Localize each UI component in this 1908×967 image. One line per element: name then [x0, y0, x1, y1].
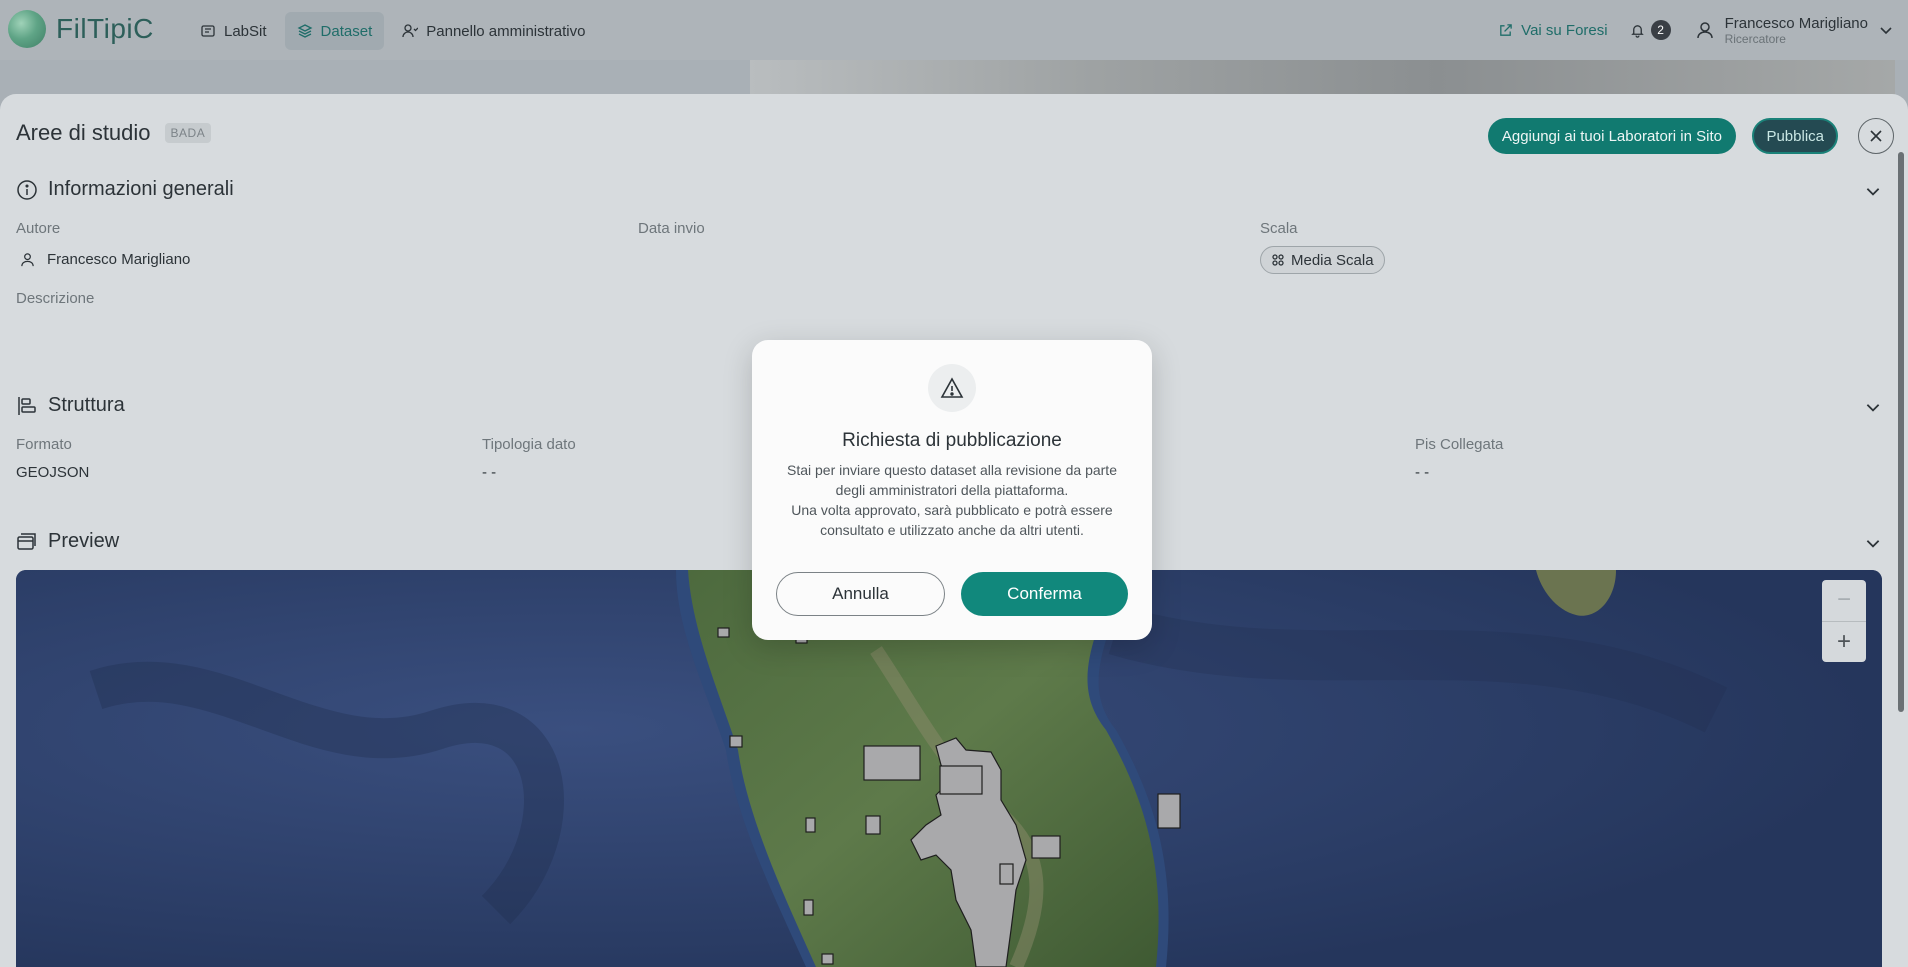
zoom-in-button[interactable]: + [1822, 622, 1866, 663]
dialog-actions: Annulla Conferma [776, 572, 1128, 616]
notifications-badge: 2 [1650, 20, 1671, 40]
top-navigation-bar: FilTipiC LabSit Dataset Pannello amminis… [0, 0, 1908, 60]
user-icon [1696, 22, 1713, 39]
nav-item-dataset[interactable]: Dataset [284, 12, 385, 50]
external-link-icon [1500, 23, 1512, 36]
preview-window-icon [17, 532, 36, 550]
close-button[interactable] [1858, 118, 1894, 154]
nav-item-admin-panel[interactable]: Pannello amministrativo [390, 12, 597, 50]
pis-label: Pis Collegata [1415, 436, 1504, 453]
format-label: Formato [16, 436, 72, 453]
layers-icon [297, 24, 313, 38]
warning-icon [928, 364, 976, 412]
scale-label: Scala [1260, 220, 1298, 237]
info-icon [17, 179, 37, 200]
app-name: FilTipiC [56, 13, 154, 44]
user-info: Francesco Marigliano Ricercatore [1725, 15, 1868, 46]
nav-item-labsit[interactable]: LabSit [188, 12, 279, 50]
chevron-down-icon[interactable] [1864, 182, 1882, 200]
add-to-labs-button[interactable]: Aggiungi ai tuoi Laboratori in Sito [1487, 118, 1736, 154]
dialog-message: Stai per inviare questo dataset alla rev… [776, 460, 1128, 540]
section-general-info[interactable]: Informazioni generali [16, 178, 234, 201]
chevron-down-icon[interactable] [1864, 534, 1882, 552]
page-header: Aree di studio BADA [16, 120, 212, 146]
publish-confirmation-dialog: Richiesta di pubblicazione Stai per invi… [752, 340, 1152, 640]
author-label: Autore [16, 220, 61, 237]
page-title: Aree di studio [16, 120, 151, 145]
map-zoom-controls: − + [1822, 580, 1866, 662]
app-logo[interactable]: FilTipiC [8, 10, 154, 48]
dataset-tag: BADA [164, 123, 212, 143]
admin-user-icon [402, 24, 419, 38]
structure-icon [18, 396, 36, 415]
lab-icon [201, 25, 215, 37]
user-role: Ricercatore [1724, 31, 1786, 46]
chevron-down-icon [1880, 27, 1892, 35]
dialog-message-line-2: Una volta approvato, sarà pubblicato e p… [791, 502, 1113, 538]
user-name: Francesco Marigliano [1724, 14, 1868, 32]
section-structure[interactable]: Struttura [16, 394, 125, 417]
user-menu[interactable]: Francesco Marigliano Ricercatore [1695, 15, 1894, 46]
zoom-out-button[interactable]: − [1822, 580, 1866, 622]
data-type-label: Tipologia dato [482, 436, 576, 453]
date-label: Data invio [638, 220, 705, 237]
notifications-button[interactable]: 2 [1630, 20, 1671, 40]
confirm-button[interactable]: Conferma [961, 572, 1128, 616]
logo-mark-icon [8, 10, 46, 48]
dialog-message-line-1: Stai per inviare questo dataset alla rev… [787, 462, 1117, 498]
cancel-button[interactable]: Annulla [776, 572, 945, 616]
topbar-right: Vai su Foresi 2 Francesco Marigliano Ric… [1498, 0, 1908, 60]
section-preview[interactable]: Preview [16, 530, 119, 553]
close-icon [1870, 130, 1882, 142]
bell-icon [1630, 24, 1644, 38]
main-nav: LabSit Dataset Pannello amministrativo [188, 12, 598, 50]
pis-value: - - [1415, 464, 1430, 481]
description-label: Descrizione [16, 290, 95, 307]
dialog-title: Richiesta di pubblicazione [842, 430, 1062, 451]
grid-icon [1272, 254, 1284, 266]
scale-chip: Media Scala [1260, 246, 1385, 274]
publish-button[interactable]: Pubblica [1752, 118, 1838, 154]
data-type-value: - - [482, 464, 497, 481]
chevron-down-icon[interactable] [1864, 398, 1882, 416]
external-link-foresi[interactable]: Vai su Foresi [1498, 22, 1608, 39]
user-icon [21, 253, 34, 267]
scrollbar[interactable] [1898, 152, 1904, 712]
author-value: Francesco Marigliano [20, 251, 190, 268]
format-value: GEOJSON [16, 464, 90, 481]
